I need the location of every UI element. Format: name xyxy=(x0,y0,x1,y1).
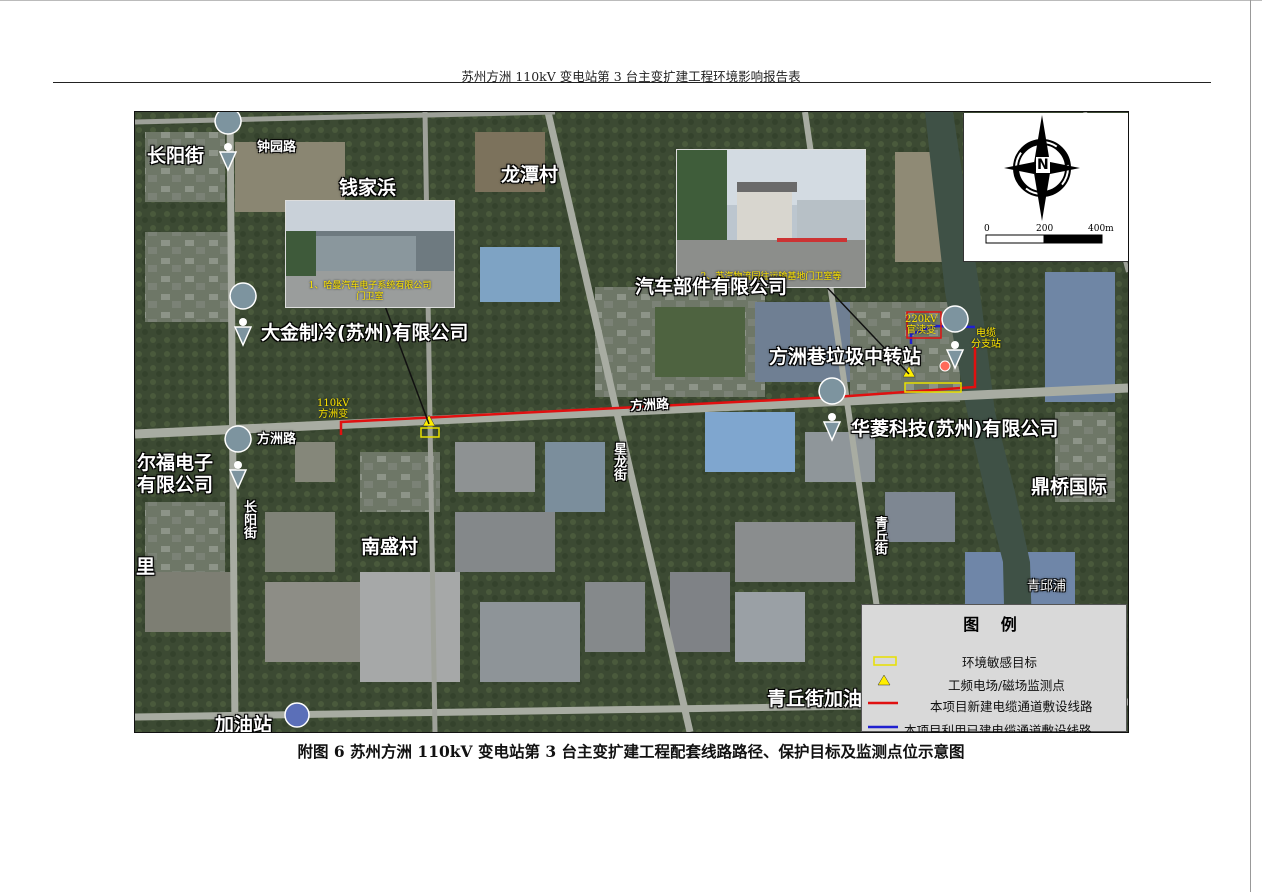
scale-label-400m: 400m xyxy=(1088,224,1114,234)
legend-symbol-monitoring-point xyxy=(877,674,891,686)
label-fangzhou-lu: 方洲路 xyxy=(629,396,670,415)
photo-image-2 xyxy=(677,150,865,287)
label-automotive-parts: 汽车部件有限公司 xyxy=(635,276,788,298)
map-legend: 图 例 环境敏感目标 工频电场/磁场监测点 本项目新建电缆通道敷设线路 本项目利… xyxy=(861,604,1127,732)
label-huaxia-tech: 华菱科技(苏州)有限公司 xyxy=(851,418,1059,440)
satellite-map[interactable]: 1、哈曼汽车电子系统有限公司 门卫室 2、苏汽物流园往运输基地门卫室等 长阳街 … xyxy=(134,111,1129,733)
label-qingqiu-jie: 青丘街 xyxy=(872,516,887,555)
label-110kv-substation: 110kV 方洲变 xyxy=(317,398,350,420)
label-erfu-electronics: 尔福电子 有限公司 xyxy=(137,452,214,496)
gas-station-icon xyxy=(284,702,310,728)
label-dingqiao: 鼎桥国际 xyxy=(1031,476,1108,498)
compass-letter: N xyxy=(1036,157,1050,173)
photo-caption-1: 1、哈曼汽车电子系统有限公司 门卫室 xyxy=(308,281,432,302)
north-arrow-icon xyxy=(985,115,1103,244)
photo-harman-gatehouse[interactable]: 1、哈曼汽车电子系统有限公司 门卫室 xyxy=(285,200,455,308)
label-xinglong-jie: 星龙街 xyxy=(611,442,626,481)
label-qingqiupu: 青邱浦 xyxy=(1027,579,1067,594)
compass-scale-box: N 0 200 400m xyxy=(963,113,1128,262)
label-fangzhou-transfer-station: 方洲巷垃圾中转站 xyxy=(769,346,922,368)
page-top-border xyxy=(0,0,1262,1)
label-changyang-jie: 长阳街 xyxy=(147,145,205,167)
label-daikin: 大金制冷(苏州)有限公司 xyxy=(261,322,469,344)
label-li: 里 xyxy=(136,556,156,578)
photo-logistics-gatehouse[interactable]: 2、苏汽物流园往运输基地门卫室等 xyxy=(676,149,866,288)
figure-caption: 附图 6 苏州方洲 110kV 变电站第 3 台主变扩建工程配套线路路径、保护目… xyxy=(297,742,965,761)
scale-label-200: 200 xyxy=(1036,224,1054,234)
label-qianjiabang: 钱家浜 xyxy=(339,177,397,199)
scale-label-0: 0 xyxy=(984,224,990,234)
legend-item-monitoring-point: 工频电场/磁场监测点 xyxy=(948,678,1065,693)
label-changyang-jie-vertical: 长阳街 xyxy=(241,500,256,539)
header-rule xyxy=(53,82,1211,83)
label-cable-branch-station: 电缆 分支站 xyxy=(971,328,1001,350)
label-220kv-substation: 220kV 官渎变 xyxy=(905,314,938,336)
label-nansheng-cun: 南盛村 xyxy=(361,536,419,558)
legend-item-existing-cable: 本项目利用已建电缆通道敷设线路 xyxy=(904,723,1092,733)
label-fangzhou-lu-west: 方洲路 xyxy=(257,432,297,447)
legend-item-new-cable: 本项目新建电缆通道敷设线路 xyxy=(930,699,1093,714)
legend-symbol-sensitive-target xyxy=(873,656,897,666)
label-zhongyuan-lu: 钟园路 xyxy=(257,140,297,155)
label-gas-station: 加油站 xyxy=(215,714,273,733)
label-longtan-cun: 龙潭村 xyxy=(501,164,559,186)
label-qingqiu-gas: 青丘街加油 xyxy=(767,688,863,710)
legend-item-sensitive-target: 环境敏感目标 xyxy=(962,655,1038,670)
